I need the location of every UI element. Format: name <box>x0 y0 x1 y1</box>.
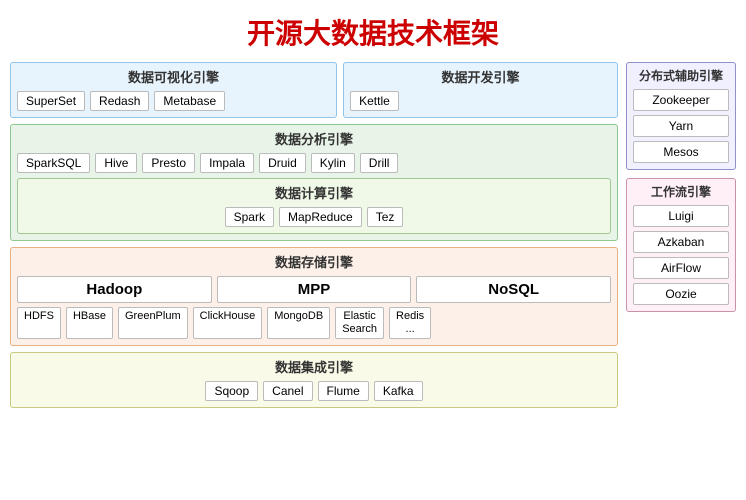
compute-engine-title: 数据计算引擎 <box>24 183 604 202</box>
list-item: Yarn <box>633 115 729 137</box>
list-item: Druid <box>259 153 306 173</box>
distributed-engine-title: 分布式辅助引擎 <box>633 67 729 84</box>
page-title: 开源大数据技术框架 <box>0 0 746 62</box>
list-item: Oozie <box>633 283 729 305</box>
list-item: Azkaban <box>633 231 729 253</box>
list-item: SuperSet <box>17 91 85 111</box>
list-item: Tez <box>367 207 404 227</box>
list-item: ClickHouse <box>193 307 263 339</box>
list-item: Mesos <box>633 141 729 163</box>
list-item: Zookeeper <box>633 89 729 111</box>
integration-engine-section: 数据集成引擎 Sqoop Canel Flume Kafka <box>10 352 618 408</box>
integration-engine-title: 数据集成引擎 <box>17 357 611 376</box>
list-item: Impala <box>200 153 254 173</box>
list-item: Luigi <box>633 205 729 227</box>
list-item: Hadoop <box>17 276 212 303</box>
storage-engine-title: 数据存储引擎 <box>17 252 611 271</box>
viz-engine-section: 数据可视化引擎 SuperSet Redash Metabase <box>10 62 337 118</box>
viz-engine-title: 数据可视化引擎 <box>17 67 330 86</box>
airflow-item: AirFlow <box>633 257 729 279</box>
list-item: Canel <box>263 381 312 401</box>
list-item: NoSQL <box>416 276 611 303</box>
list-item: Drill <box>360 153 399 173</box>
workflow-engine-title: 工作流引擎 <box>633 183 729 200</box>
list-item: HBase <box>66 307 113 339</box>
analysis-engine-section: 数据分析引擎 SparkSQL Hive Presto Impala Druid… <box>10 124 618 241</box>
workflow-engine-section: 工作流引擎 Luigi Azkaban AirFlow Oozie <box>626 178 736 312</box>
list-item: MongoDB <box>267 307 330 339</box>
compute-engine-section: 数据计算引擎 Spark MapReduce Tez <box>17 178 611 234</box>
list-item: Metabase <box>154 91 225 111</box>
list-item: Hive <box>95 153 137 173</box>
list-item: Spark <box>225 207 274 227</box>
list-item: SparkSQL <box>17 153 90 173</box>
list-item: MPP <box>217 276 412 303</box>
dev-engine-title: 数据开发引擎 <box>350 67 611 86</box>
list-item: Redis... <box>389 307 431 339</box>
list-item: Flume <box>318 381 369 401</box>
list-item: Redash <box>90 91 149 111</box>
list-item: GreenPlum <box>118 307 188 339</box>
distributed-engine-section: 分布式辅助引擎 Zookeeper Yarn Mesos <box>626 62 736 170</box>
dev-engine-section: 数据开发引擎 Kettle <box>343 62 618 118</box>
list-item: Presto <box>142 153 195 173</box>
list-item: Kafka <box>374 381 423 401</box>
list-item: Kylin <box>311 153 355 173</box>
storage-engine-section: 数据存储引擎 Hadoop MPP NoSQL HDFS HBase Green… <box>10 247 618 346</box>
list-item: Sqoop <box>205 381 258 401</box>
list-item: MapReduce <box>279 207 362 227</box>
analysis-engine-title: 数据分析引擎 <box>17 129 611 148</box>
elastic-search-item: ElasticSearch <box>335 307 384 339</box>
list-item: HDFS <box>17 307 61 339</box>
list-item: Kettle <box>350 91 399 111</box>
